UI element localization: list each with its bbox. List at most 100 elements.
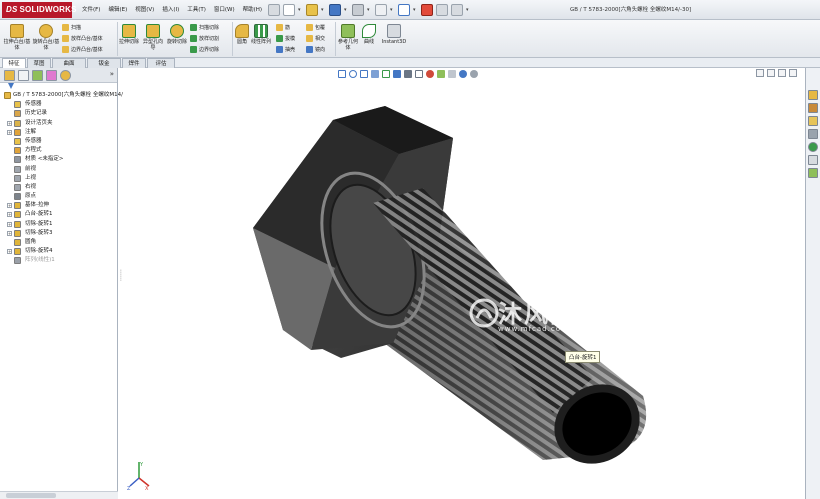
- tab-surfaces[interactable]: 曲面: [52, 58, 86, 68]
- tab-sketch[interactable]: 草图: [27, 58, 51, 68]
- chevron-down-icon[interactable]: ▾: [466, 4, 471, 16]
- graphics-area[interactable]: 沐风网 www.mfcad.com 凸台-旋转1 Y X Z: [123, 68, 805, 499]
- revolve-cut-button[interactable]: 旋转切除: [166, 24, 188, 45]
- filter-icon[interactable]: [8, 83, 14, 89]
- panel-horizontal-scrollbar[interactable]: [0, 491, 118, 499]
- open-folder-icon[interactable]: [306, 4, 318, 16]
- property-manager-tab-icon[interactable]: [18, 70, 29, 81]
- tree-item[interactable]: + 基体-拉伸: [0, 201, 117, 210]
- chevron-down-icon[interactable]: ▾: [321, 4, 326, 16]
- view-palette-icon[interactable]: [808, 129, 818, 139]
- swept-cut-button[interactable]: 扫描切除: [190, 22, 219, 32]
- tree-item[interactable]: + 凸台-旋转1: [0, 210, 117, 219]
- chevron-down-icon[interactable]: ▾: [344, 4, 349, 16]
- tree-item[interactable]: 前视: [0, 165, 117, 174]
- bolt-3d-model[interactable]: [123, 68, 805, 499]
- tree-item[interactable]: 原点: [0, 192, 117, 201]
- chevron-right-icon[interactable]: »: [110, 70, 114, 78]
- file-properties-icon[interactable]: [436, 4, 448, 16]
- draft-button[interactable]: 拔模: [276, 33, 295, 43]
- scrollbar-thumb[interactable]: [6, 493, 56, 498]
- chevron-down-icon[interactable]: ▾: [390, 4, 395, 16]
- expand-icon[interactable]: +: [7, 249, 12, 255]
- display-manager-tab-icon[interactable]: [60, 70, 71, 81]
- tree-item[interactable]: 材质 <未指定>: [0, 155, 117, 164]
- revolve-boss-button[interactable]: 旋转凸台/基体: [32, 24, 60, 51]
- chevron-down-icon[interactable]: ▾: [413, 4, 418, 16]
- appearances-scenes-icon[interactable]: [808, 142, 818, 152]
- solidworks-forum-icon[interactable]: [808, 168, 818, 178]
- tree-filter[interactable]: [0, 83, 117, 91]
- tree-item[interactable]: + 切除-旋转4: [0, 247, 117, 256]
- menu-help[interactable]: 帮助(H): [239, 0, 266, 20]
- undo-icon[interactable]: [375, 4, 387, 16]
- tree-item[interactable]: 上视: [0, 174, 117, 183]
- configuration-manager-tab-icon[interactable]: [32, 70, 43, 81]
- linear-pattern-button[interactable]: 线性阵列: [251, 24, 271, 45]
- expand-icon[interactable]: +: [7, 203, 12, 209]
- extrude-cut-button[interactable]: 拉伸切除: [118, 24, 140, 45]
- save-icon[interactable]: [329, 4, 341, 16]
- sweep-button[interactable]: 扫描: [62, 22, 81, 32]
- tab-weldments[interactable]: 焊件: [122, 58, 146, 68]
- expand-icon[interactable]: +: [7, 212, 12, 218]
- select-arrow-icon[interactable]: [398, 4, 410, 16]
- tree-item[interactable]: 历史记录: [0, 109, 117, 118]
- extrude-boss-button[interactable]: 拉伸凸台/基体: [2, 24, 32, 51]
- menu-insert[interactable]: 插入(I): [158, 0, 183, 20]
- tree-root-part[interactable]: GB / T 5783-2000[六角头螺栓 全螺纹M14/-30]: [0, 91, 134, 100]
- lofted-cut-button[interactable]: 放样切割: [190, 33, 219, 43]
- solidworks-logo[interactable]: DS SOLIDWORKS: [2, 2, 76, 18]
- chevron-down-icon[interactable]: ▾: [298, 4, 303, 16]
- menu-view[interactable]: 视图(V): [131, 0, 158, 20]
- tab-features[interactable]: 特征: [2, 58, 26, 68]
- wrap-button[interactable]: 包覆: [306, 22, 325, 32]
- boundary-boss-button[interactable]: 边界凸台/基体: [62, 44, 103, 54]
- fillet-button[interactable]: 圆角: [234, 24, 250, 45]
- expand-icon[interactable]: +: [7, 230, 12, 236]
- revolve-boss-icon: [39, 24, 53, 38]
- rebuild-icon[interactable]: [421, 4, 433, 16]
- expand-icon[interactable]: +: [7, 120, 12, 126]
- menu-edit[interactable]: 编辑(E): [104, 0, 131, 20]
- hole-wizard-button[interactable]: 异型孔向导: [141, 24, 165, 51]
- menu-file[interactable]: 文件(F): [78, 0, 104, 20]
- custom-properties-icon[interactable]: [808, 155, 818, 165]
- file-explorer-icon[interactable]: [808, 116, 818, 126]
- mirror-button[interactable]: 镜向: [306, 44, 325, 54]
- boundary-cut-button[interactable]: 边界切除: [190, 44, 219, 54]
- dimxpert-tab-icon[interactable]: [46, 70, 57, 81]
- instant3d-button[interactable]: Instant3D: [380, 24, 408, 45]
- tab-sheet-metal[interactable]: 钣金: [87, 58, 121, 68]
- design-library-icon[interactable]: [808, 103, 818, 113]
- tree-item[interactable]: 右视: [0, 183, 117, 192]
- tab-evaluate[interactable]: 评估: [147, 58, 175, 68]
- curves-button[interactable]: 曲线: [361, 24, 377, 45]
- tree-item[interactable]: 阵列(线性)1: [0, 256, 117, 265]
- pin-icon[interactable]: [268, 4, 280, 16]
- tree-item[interactable]: 传感器: [0, 137, 117, 146]
- tree-item[interactable]: 方程式: [0, 146, 117, 155]
- tree-item[interactable]: 圆角: [0, 238, 117, 247]
- shell-button[interactable]: 抽壳: [276, 44, 295, 54]
- expand-icon[interactable]: +: [7, 221, 12, 227]
- loft-button[interactable]: 放样凸台/基体: [62, 33, 103, 43]
- tree-item[interactable]: + 设计活页夹: [0, 119, 117, 128]
- chevron-down-icon[interactable]: ▾: [367, 4, 372, 16]
- tree-item[interactable]: + 注解: [0, 128, 117, 137]
- tree-item[interactable]: + 切除-旋转3: [0, 229, 117, 238]
- tree-item[interactable]: + 切除-旋转1: [0, 220, 117, 229]
- expand-icon[interactable]: +: [7, 129, 12, 135]
- solidworks-resources-icon[interactable]: [808, 90, 818, 100]
- rib-button[interactable]: 筋: [276, 22, 290, 32]
- reference-geometry-button[interactable]: 参考几何体: [337, 24, 359, 51]
- menu-window[interactable]: 窗口(W): [210, 0, 239, 20]
- tree-item-label: 传感器: [25, 137, 42, 144]
- intersect-button[interactable]: 相交: [306, 33, 325, 43]
- menu-tools[interactable]: 工具(T): [183, 0, 210, 20]
- feature-tree-tab-icon[interactable]: [4, 70, 15, 81]
- print-icon[interactable]: [352, 4, 364, 16]
- new-document-icon[interactable]: [283, 4, 295, 16]
- tree-item[interactable]: 传感器: [0, 100, 117, 109]
- options-icon[interactable]: [451, 4, 463, 16]
